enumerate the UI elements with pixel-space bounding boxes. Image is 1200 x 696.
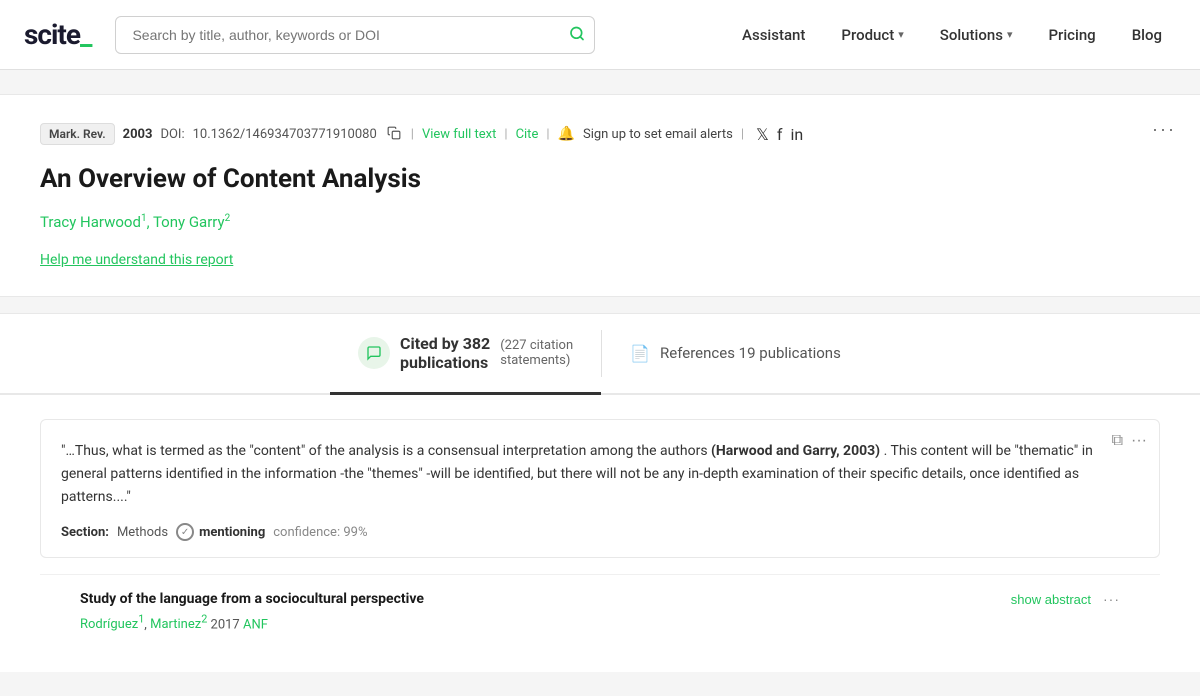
tab-cited-by-label: Cited by 382 publications	[400, 334, 490, 372]
tab-references[interactable]: 📄 References 19 publications	[602, 314, 869, 393]
speech-bubble-icon	[366, 345, 382, 361]
copy-doi-button[interactable]	[385, 126, 403, 143]
view-full-text-link[interactable]: View full text	[422, 127, 496, 142]
author-2-link[interactable]: Tony Garry2	[153, 213, 230, 231]
nav-assistant[interactable]: Assistant	[728, 18, 819, 52]
product-chevron-icon: ▾	[898, 28, 904, 41]
citation-more-button[interactable]: ···	[1131, 432, 1147, 450]
references-label: References 19 publications	[660, 344, 841, 362]
logo: scite_	[24, 18, 91, 51]
citing-author-2-link[interactable]: Martinez2	[150, 617, 207, 632]
tab-citation-statements: (227 citation statements)	[500, 338, 573, 368]
mentioning-circle-icon: ✓	[176, 523, 194, 541]
section-value: Methods	[117, 525, 168, 540]
cited-by-main: Cited by 382	[400, 334, 490, 353]
paper-doi: 10.1362/146934703771910080	[193, 127, 377, 142]
citation-actions: ⧉ ···	[1112, 432, 1147, 450]
copy-citation-button[interactable]: ⧉	[1112, 432, 1123, 450]
citation-statements-1: (227 citation	[500, 338, 573, 353]
twitter-icon[interactable]: 𝕏	[756, 125, 769, 144]
citation-statements-2: statements)	[500, 353, 573, 368]
citing-paper-year: 2017	[211, 617, 243, 632]
tabs-row: Cited by 382 publications (227 citation …	[0, 314, 1200, 395]
paper-metadata: Mark. Rev. 2003 DOI: 10.1362/14693470377…	[40, 123, 1160, 145]
nav-solutions[interactable]: Solutions ▾	[926, 18, 1027, 52]
citation-meta: Section: Methods ✓ mentioning confidence…	[61, 523, 1139, 541]
journal-badge: Mark. Rev.	[40, 123, 115, 145]
search-input[interactable]	[115, 16, 595, 54]
citation-bold: (Harwood and Garry, 2003)	[711, 443, 880, 459]
separator-4: |	[741, 127, 744, 142]
paper-title: An Overview of Content Analysis	[40, 163, 1160, 197]
paper-card: ··· Mark. Rev. 2003 DOI: 10.1362/1469347…	[0, 94, 1200, 297]
citing-paper-more-button[interactable]: ···	[1103, 591, 1120, 607]
nav-product[interactable]: Product ▾	[827, 18, 917, 52]
confidence-text: confidence: 99%	[273, 525, 367, 540]
citing-paper-row: Study of the language from a sociocultur…	[40, 574, 1160, 648]
logo-underscore: _	[80, 18, 91, 51]
nav-pricing[interactable]: Pricing	[1034, 18, 1109, 52]
facebook-icon[interactable]: f	[777, 125, 783, 144]
mentioning-badge: ✓ mentioning	[176, 523, 265, 541]
tab-cited-by[interactable]: Cited by 382 publications (227 citation …	[330, 314, 601, 395]
cited-by-icon	[358, 337, 390, 369]
linkedin-icon[interactable]: in	[790, 125, 803, 144]
citation-section: ⧉ ··· "…Thus, what is termed as the "con…	[0, 395, 1200, 673]
author-1-link[interactable]: Tracy Harwood1	[40, 213, 147, 231]
author-2-sup: 2	[225, 213, 231, 224]
paper-year: 2003	[123, 127, 153, 142]
main-nav: Assistant Product ▾ Solutions ▾ Pricing …	[728, 18, 1176, 52]
citing-author-2-sup: 2	[201, 613, 207, 626]
citing-paper-title: Study of the language from a sociocultur…	[80, 591, 424, 607]
cited-by-sub: publications	[400, 353, 490, 372]
citing-author-1-sup: 1	[138, 613, 144, 626]
citing-author-1-link[interactable]: Rodríguez1	[80, 617, 144, 632]
citation-block: ⧉ ··· "…Thus, what is termed as the "con…	[40, 419, 1160, 558]
social-icons: 𝕏 f in	[756, 125, 803, 144]
references-icon: 📄	[630, 344, 650, 363]
paper-doi-label: DOI:	[160, 127, 184, 142]
author-1-sup: 1	[141, 213, 147, 224]
solutions-chevron-icon: ▾	[1007, 28, 1013, 41]
paper-more-button[interactable]: ···	[1152, 119, 1176, 140]
search-button[interactable]	[569, 25, 585, 44]
header: scite_ Assistant Product ▾ Solutions ▾ P…	[0, 0, 1200, 70]
citation-text: "…Thus, what is termed as the "content" …	[61, 440, 1139, 509]
alert-text: Sign up to set email alerts	[583, 127, 733, 142]
bell-icon: 🔔	[558, 126, 575, 142]
citing-paper-journal-link[interactable]: ANF	[243, 617, 268, 632]
cite-link[interactable]: Cite	[516, 127, 539, 142]
section-label: Section:	[61, 525, 109, 540]
separator-3: |	[546, 127, 549, 142]
main-content: ··· Mark. Rev. 2003 DOI: 10.1362/1469347…	[0, 70, 1200, 696]
citing-paper-actions: show abstract ···	[1011, 591, 1120, 607]
help-understand-link[interactable]: Help me understand this report	[40, 252, 233, 268]
nav-blog[interactable]: Blog	[1118, 18, 1176, 52]
tabs-section: Cited by 382 publications (227 citation …	[0, 313, 1200, 673]
search-icon	[569, 25, 585, 41]
copy-icon	[387, 126, 401, 140]
search-bar	[115, 16, 595, 54]
mentioning-label: mentioning	[199, 525, 265, 540]
show-abstract-button[interactable]: show abstract	[1011, 592, 1091, 607]
separator-2: |	[504, 127, 507, 142]
authors: Tracy Harwood1, Tony Garry2	[40, 213, 1160, 231]
separator-1: |	[411, 127, 414, 142]
